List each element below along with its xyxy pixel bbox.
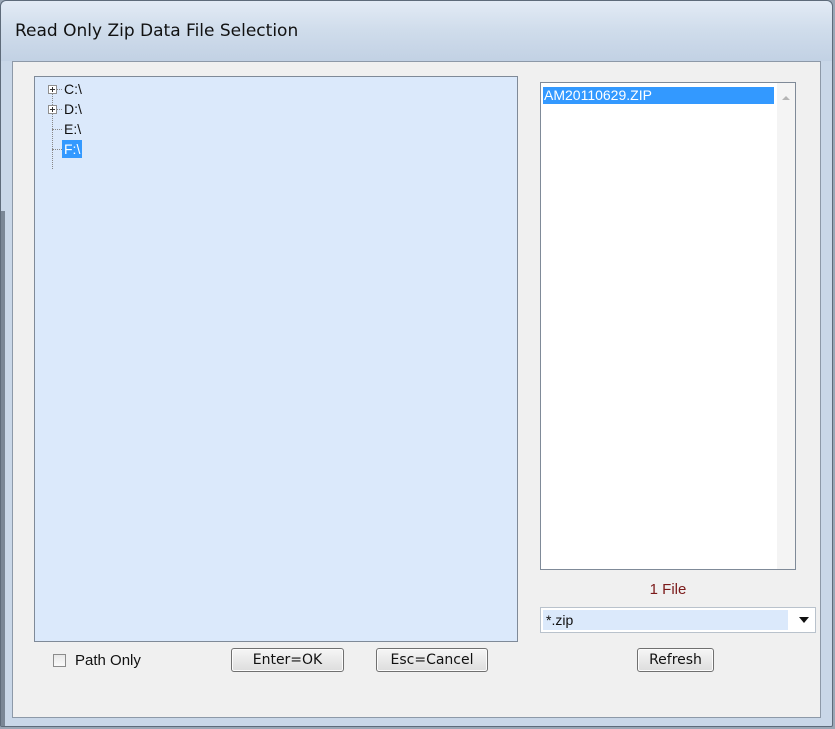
tree-branch-line [52,149,62,150]
file-list[interactable]: AM20110629.ZIP [540,82,796,570]
tree-item-label: E:\ [64,121,82,137]
dialog-client-area: C:\ D:\ E:\ F:\ AM20110629.ZIP 1 File *.… [12,61,821,718]
ok-button[interactable]: Enter=OK [231,648,344,672]
file-list-item[interactable]: AM20110629.ZIP [543,87,774,104]
dialog-window: Read Only Zip Data File Selection C:\ D:… [0,0,833,727]
tree-item-c[interactable]: C:\ [48,80,168,98]
plus-expander-icon[interactable] [48,85,57,94]
drive-tree[interactable]: C:\ D:\ E:\ F:\ [34,76,518,642]
tree-item-d[interactable]: D:\ [48,100,168,118]
file-count-label: 1 File [649,581,687,598]
title-bar[interactable]: Read Only Zip Data File Selection [1,1,832,61]
file-filter-combo[interactable]: *.zip [540,607,816,633]
chevron-down-icon[interactable] [799,617,809,623]
window-edge [1,211,5,726]
cancel-button[interactable]: Esc=Cancel [376,648,488,672]
path-only-label: Path Only [75,652,141,669]
tree-item-label: F:\ [62,140,83,158]
window-title: Read Only Zip Data File Selection [15,21,299,41]
vertical-scrollbar[interactable] [777,83,795,569]
tree-branch-line [52,129,62,130]
plus-expander-icon[interactable] [48,105,57,114]
path-only-checkbox[interactable] [53,654,66,667]
tree-item-label: D:\ [64,101,82,117]
file-filter-value[interactable]: *.zip [543,610,788,630]
refresh-button[interactable]: Refresh [637,648,714,672]
scroll-up-icon[interactable] [782,96,790,100]
tree-item-label: C:\ [64,81,82,97]
tree-item-f[interactable]: F:\ [48,140,168,158]
tree-item-e[interactable]: E:\ [48,120,168,138]
